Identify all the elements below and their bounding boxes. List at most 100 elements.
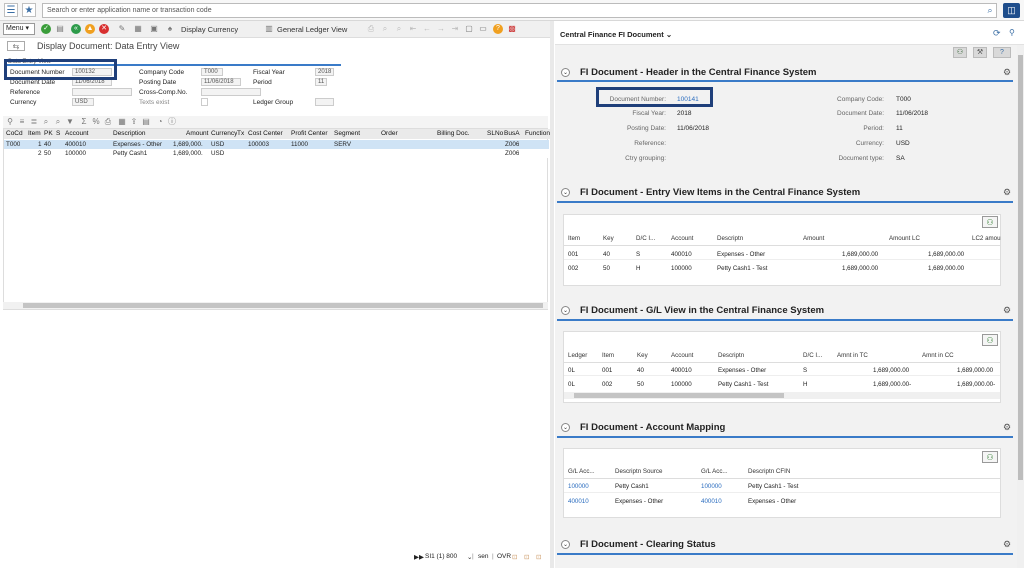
col-busa[interactable]: BusA [504, 129, 520, 139]
last-page-icon[interactable]: ⇥ [450, 24, 460, 34]
shortcut-icon[interactable]: ▭ [478, 24, 488, 34]
gl-view-gear-icon[interactable]: ⚙ [1003, 305, 1011, 316]
find-icon[interactable]: ⌕ [380, 24, 390, 34]
gl-col-ledger[interactable]: Ledger [568, 352, 587, 359]
fiscal-year-field[interactable]: 2018 [315, 68, 334, 76]
subtotal-icon[interactable]: % [91, 117, 101, 127]
cancel-icon[interactable]: ✕ [99, 24, 109, 34]
menu-icon[interactable]: ☰ [4, 3, 18, 17]
edit-icon[interactable]: ✎ [117, 24, 127, 34]
overview-icon[interactable]: ▦ [133, 24, 143, 34]
find-next-icon[interactable]: ⌕ [394, 24, 404, 34]
gl-scroll-thumb[interactable] [574, 393, 784, 398]
exit-icon[interactable]: ▲ [85, 24, 95, 34]
gl-view-settings-icon[interactable]: ⚇ [982, 334, 998, 346]
filter-icon[interactable]: ▼ [65, 117, 75, 127]
panel-toggle-icon[interactable]: ◫ [1003, 3, 1020, 18]
collapse-account-mapping-icon[interactable]: ⌄ [561, 423, 570, 432]
currency-field[interactable]: USD [72, 98, 94, 106]
prev-page-icon[interactable]: ← [422, 24, 432, 34]
col-pk[interactable]: PK [44, 129, 53, 139]
general-ledger-view-button[interactable]: General Ledger View [277, 25, 347, 34]
side-panel-scroll-thumb[interactable] [1018, 55, 1023, 480]
grid-horizontal-scrollbar[interactable] [3, 302, 548, 309]
find-next-grid-icon[interactable]: ⌕ [53, 117, 63, 127]
user-settings-icon[interactable]: ⚇ [953, 47, 967, 58]
pin-icon[interactable]: ⚲ [1009, 28, 1015, 37]
col-cocd[interactable]: CoCd [6, 129, 23, 139]
col-cost-center[interactable]: Cost Center [248, 129, 283, 139]
col-amount[interactable]: Amount [186, 129, 209, 139]
back-icon[interactable]: « [71, 24, 81, 34]
collapse-entry-view-icon[interactable]: ⌄ [561, 188, 570, 197]
cross-comp-field[interactable] [201, 88, 261, 96]
layout-icon[interactable]: ▩ [507, 24, 517, 34]
am-link[interactable]: 400010 [701, 498, 722, 505]
refresh-icon[interactable]: ⟳ [993, 28, 1001, 39]
gl-col-amnt-tc[interactable]: Amnt in TC [837, 352, 868, 359]
gl-col-account[interactable]: Account [671, 352, 693, 359]
gl-col-dc[interactable]: D/C I... [803, 352, 822, 359]
gl-horizontal-scrollbar[interactable] [564, 392, 1000, 399]
col-item[interactable]: Item [28, 129, 41, 139]
first-page-icon[interactable]: ⇤ [408, 24, 418, 34]
save-icon[interactable]: ▤ [55, 24, 65, 34]
help-menu-icon[interactable]: ? [993, 47, 1011, 58]
col-slno[interactable]: SLNo [487, 129, 504, 139]
am-col-descriptn-source[interactable]: Descriptn Source [615, 468, 662, 475]
am-col-descriptn-cfin[interactable]: Descriptn CFIN [748, 468, 790, 475]
views-icon[interactable]: ▦ [117, 117, 127, 127]
col-description[interactable]: Description [113, 129, 146, 139]
account-mapping-gear-icon[interactable]: ⚙ [1003, 422, 1011, 433]
collapse-header-icon[interactable]: ⌄ [561, 68, 570, 77]
col-currency[interactable]: Currency [211, 129, 238, 139]
company-code-field[interactable]: T000 [201, 68, 223, 76]
posting-date-field[interactable]: 11/06/2018 [201, 78, 241, 86]
favorites-star-icon[interactable]: ★ [22, 3, 36, 17]
ev-col-amount[interactable]: Amount [803, 235, 824, 242]
collapse-clearing-status-icon[interactable]: ⌄ [561, 540, 570, 549]
ev-col-item[interactable]: Item [568, 235, 580, 242]
enter-icon[interactable]: ✓ [41, 24, 51, 34]
ledger-view-icon[interactable]: ▥ [264, 24, 274, 34]
table-row[interactable]: T000 1 40 400010 Expenses - Other 1,689,… [4, 140, 549, 149]
col-account[interactable]: Account [65, 129, 89, 139]
ev-col-account[interactable]: Account [671, 235, 693, 242]
sort-desc-icon[interactable]: ≣ [29, 117, 39, 127]
ledger-group-field[interactable] [315, 98, 334, 106]
am-link[interactable]: 400010 [568, 498, 589, 505]
am-col-gl-cfin[interactable]: G/L Acc... [701, 468, 728, 475]
sort-asc-icon[interactable]: ≡ [17, 117, 27, 127]
menu-button[interactable]: Menu ▾ [3, 23, 35, 35]
help-icon[interactable]: ? [493, 24, 503, 34]
reference-field[interactable] [72, 88, 132, 96]
gl-col-item[interactable]: Item [602, 352, 614, 359]
col-tx[interactable]: Tx [237, 129, 245, 139]
entry-view-settings-icon[interactable]: ⚇ [982, 216, 998, 228]
am-link[interactable]: 100000 [568, 483, 589, 490]
display-currency-button[interactable]: Display Currency [181, 25, 238, 34]
col-order[interactable]: Order [381, 129, 398, 139]
ev-col-lc2[interactable]: LC2 amou [972, 235, 1001, 242]
panel-splitter[interactable] [550, 21, 554, 568]
clearing-status-gear-icon[interactable]: ⚙ [1003, 539, 1011, 550]
am-col-gl-source[interactable]: G/L Acc... [568, 468, 595, 475]
table-row[interactable]: 2 50 100000 Petty Cash1 1,689,000. USD Z… [4, 149, 549, 158]
hat-icon[interactable]: ♠ [165, 24, 175, 34]
period-field[interactable]: 11 [315, 78, 327, 86]
gl-col-descriptn[interactable]: Descriptn [718, 352, 744, 359]
ev-col-dc[interactable]: D/C I... [636, 235, 655, 242]
details-icon[interactable]: ⚲ [5, 117, 15, 127]
export-icon[interactable]: ⇪ [129, 117, 139, 127]
col-s[interactable]: S [56, 129, 61, 139]
layout-grid-icon[interactable]: ▤ [141, 117, 151, 127]
display-change-icon[interactable]: ⇆ [7, 41, 25, 51]
col-profit-center[interactable]: Profit Center [291, 129, 328, 139]
side-panel-vertical-scrollbar[interactable] [1017, 45, 1024, 568]
status-system[interactable]: SI1 (1) 800 [425, 553, 457, 560]
gl-col-key[interactable]: Key [637, 352, 648, 359]
sum-icon[interactable]: Σ [79, 117, 89, 127]
find-grid-icon[interactable]: ⌕ [41, 117, 51, 127]
collapse-gl-view-icon[interactable]: ⌄ [561, 306, 570, 315]
next-page-icon[interactable]: → [436, 24, 446, 34]
